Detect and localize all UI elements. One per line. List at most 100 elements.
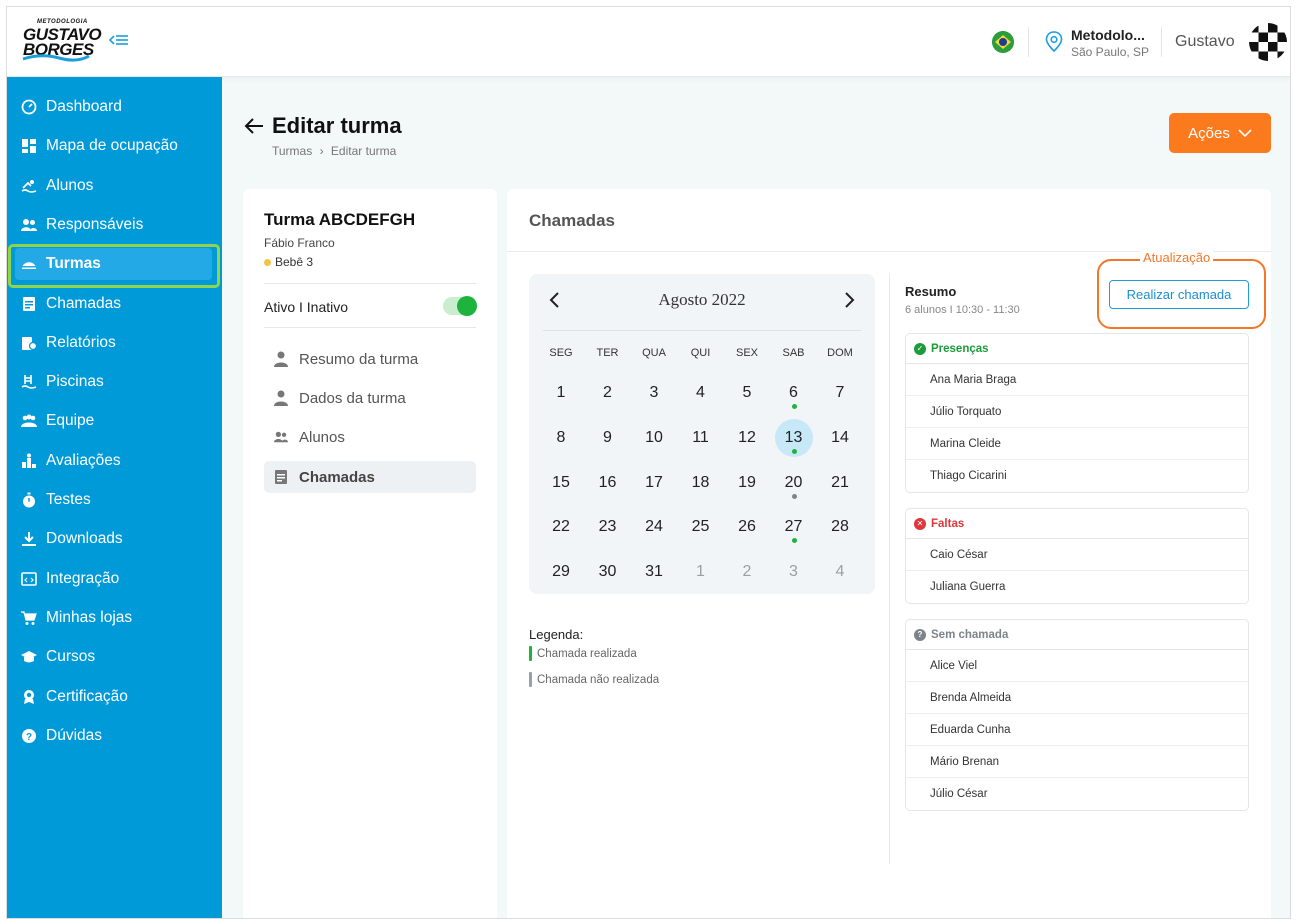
sidebar-item-7[interactable]: Relatórios bbox=[15, 327, 212, 359]
menu-item-alunos[interactable]: Alunos bbox=[264, 421, 476, 453]
brazil-flag-icon[interactable] bbox=[992, 31, 1014, 53]
sidebar-item-14[interactable]: Minhas lojas bbox=[15, 602, 212, 634]
menu-collapse-icon[interactable] bbox=[108, 31, 129, 51]
calendar-day[interactable]: 4 bbox=[682, 374, 720, 412]
sidebar-item-17[interactable]: ? Dúvidas bbox=[15, 720, 212, 752]
sidebar-item-label: Responsáveis bbox=[46, 215, 144, 233]
user-avatar[interactable] bbox=[1249, 23, 1287, 61]
calendar-day[interactable]: 12 bbox=[728, 419, 766, 457]
sidebar-item-16[interactable]: Certificação bbox=[15, 681, 212, 713]
student-row[interactable]: Júlio Torquato bbox=[906, 396, 1248, 428]
calendar-day[interactable]: 1 bbox=[542, 374, 580, 412]
student-row[interactable]: Brenda Almeida bbox=[906, 682, 1248, 714]
calendar-day-number: 14 bbox=[831, 428, 849, 446]
sidebar-item-label: Equipe bbox=[46, 412, 95, 430]
calendar-day[interactable]: 7 bbox=[821, 374, 859, 412]
calendar-day[interactable]: 29 bbox=[542, 553, 580, 591]
calendar-day[interactable]: 18 bbox=[682, 464, 720, 502]
brand-logo[interactable]: METODOLOGIA GUSTAVO BORGES bbox=[21, 17, 102, 65]
calendar-day[interactable]: 4 bbox=[821, 553, 859, 591]
active-toggle[interactable] bbox=[443, 296, 477, 316]
sidebar-item-12[interactable]: Downloads bbox=[15, 523, 212, 555]
legend-title: Legenda: bbox=[529, 627, 584, 642]
sidebar-item-6[interactable]: Chamadas bbox=[15, 288, 212, 320]
back-arrow-icon[interactable] bbox=[243, 115, 265, 137]
location-name[interactable]: Metodolo... bbox=[1071, 27, 1145, 43]
calendar-day[interactable]: 22 bbox=[542, 508, 580, 546]
sidebar-item-4[interactable]: Responsáveis bbox=[15, 209, 212, 241]
calendar-day[interactable]: 28 bbox=[821, 508, 859, 546]
calendar-day[interactable]: 30 bbox=[589, 553, 627, 591]
sidebar-item-3[interactable]: Alunos bbox=[15, 170, 212, 202]
take-attendance-button[interactable]: Realizar chamada bbox=[1109, 280, 1249, 309]
calendar-day[interactable]: 31 bbox=[635, 553, 673, 591]
calendar-day[interactable]: 2 bbox=[728, 553, 766, 591]
menu-item-chamadas[interactable]: Chamadas bbox=[264, 461, 476, 493]
calendar-day[interactable]: 27 bbox=[775, 508, 813, 546]
divider bbox=[264, 283, 476, 284]
student-row[interactable]: Júlio César bbox=[906, 778, 1248, 810]
sidebar-item-1[interactable]: Dashboard bbox=[15, 91, 212, 123]
calendar-day-number: 28 bbox=[831, 518, 849, 536]
sidebar-item-11[interactable]: Testes bbox=[15, 484, 212, 516]
class-info-card: Turma ABCDEFGH Fábio Franco Bebê 3 Ativo… bbox=[243, 189, 497, 918]
sidebar-item-8[interactable]: Piscinas bbox=[15, 366, 212, 398]
user-name[interactable]: Gustavo bbox=[1175, 33, 1235, 51]
calendar-day[interactable]: 3 bbox=[775, 553, 813, 591]
calendar-day-number: 31 bbox=[645, 563, 663, 581]
calendar-day[interactable]: 21 bbox=[821, 464, 859, 502]
group-header: ✓ Presenças bbox=[906, 334, 1248, 364]
calendar-day[interactable]: 17 bbox=[635, 464, 673, 502]
class-name: Turma ABCDEFGH bbox=[264, 210, 416, 229]
calendar-day[interactable]: 8 bbox=[542, 419, 580, 457]
calendar-day-number: 4 bbox=[696, 384, 705, 401]
student-row[interactable]: Marina Cleide bbox=[906, 428, 1248, 460]
student-row[interactable]: Caio César bbox=[906, 539, 1248, 571]
calendar-day[interactable]: 11 bbox=[682, 419, 720, 457]
student-row[interactable]: Eduarda Cunha bbox=[906, 714, 1248, 746]
calendar-day[interactable]: 26 bbox=[728, 508, 766, 546]
calendar-day[interactable]: 3 bbox=[635, 374, 673, 412]
sidebar-item-9[interactable]: Equipe bbox=[15, 405, 212, 437]
calendar-day[interactable]: 16 bbox=[589, 464, 627, 502]
sidebar-item-15[interactable]: Cursos bbox=[15, 641, 212, 673]
calendar-next-icon[interactable] bbox=[839, 290, 859, 310]
calendar-day-number: 26 bbox=[738, 518, 756, 536]
calendar-day[interactable]: 24 bbox=[635, 508, 673, 546]
calendar-day[interactable]: 9 bbox=[589, 419, 627, 457]
sidebar-item-label: Dúvidas bbox=[46, 726, 102, 744]
calendar-day[interactable]: 13 bbox=[774, 418, 813, 457]
calendar-day[interactable]: 2 bbox=[589, 374, 627, 412]
student-row[interactable]: Ana Maria Braga bbox=[906, 364, 1248, 396]
sidebar-item-10[interactable]: Avaliações bbox=[15, 445, 212, 477]
calendar-day[interactable]: 20 bbox=[775, 464, 813, 502]
menu-item-dados[interactable]: Dados da turma bbox=[264, 382, 476, 414]
team-icon bbox=[21, 413, 37, 429]
menu-item-resumo[interactable]: Resumo da turma bbox=[264, 343, 476, 375]
calendar-day[interactable]: 19 bbox=[728, 464, 766, 502]
calendar-day-number: 3 bbox=[649, 384, 659, 401]
student-row[interactable]: Mário Brenan bbox=[906, 746, 1248, 778]
calendar-day[interactable]: 5 bbox=[728, 374, 766, 412]
calendar-day[interactable]: 14 bbox=[821, 419, 859, 457]
calendar-day[interactable]: 10 bbox=[635, 419, 673, 457]
sidebar-item-13[interactable]: Integração bbox=[15, 563, 212, 595]
student-row[interactable]: Juliana Guerra bbox=[906, 571, 1248, 603]
student-row[interactable]: Alice Viel bbox=[906, 650, 1248, 682]
update-annotation-label: Atualização bbox=[1140, 250, 1214, 265]
present-group: ✓ Presenças Ana Maria Braga Júlio Torquato M… bbox=[905, 333, 1249, 493]
breadcrumb-root[interactable]: Turmas bbox=[272, 144, 312, 158]
calendar-day[interactable]: 1 bbox=[682, 553, 720, 591]
sidebar-item-2[interactable]: Mapa de ocupação bbox=[15, 130, 212, 162]
student-row[interactable]: Thiago Cicarini bbox=[906, 460, 1248, 492]
sidebar-item-5[interactable]: Turmas bbox=[15, 248, 212, 281]
stopwatch-icon bbox=[21, 492, 37, 508]
actions-label: Ações bbox=[1188, 124, 1230, 142]
calendar-day[interactable]: 15 bbox=[542, 464, 580, 502]
app-window: METODOLOGIA GUSTAVO BORGES Metodolo... S… bbox=[6, 6, 1291, 919]
calendar-day[interactable]: 23 bbox=[589, 508, 627, 546]
page-title: Editar turma bbox=[272, 113, 402, 138]
calendar-day[interactable]: 25 bbox=[682, 508, 720, 546]
actions-button[interactable]: Ações bbox=[1169, 113, 1271, 153]
calendar-day[interactable]: 6 bbox=[775, 374, 813, 412]
